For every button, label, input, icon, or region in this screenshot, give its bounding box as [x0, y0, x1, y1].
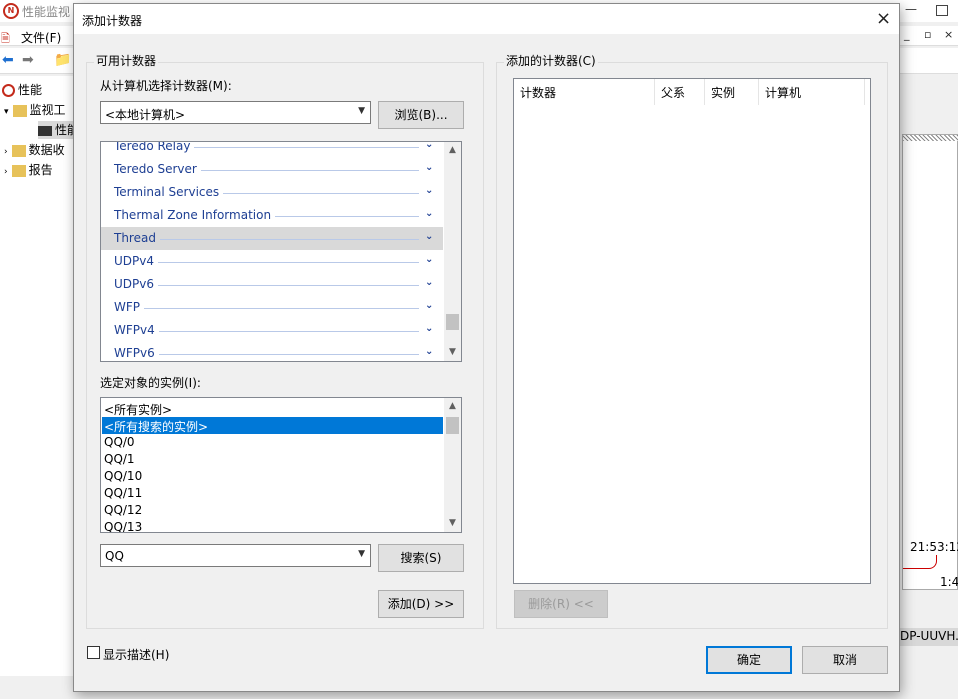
scroll-thumb[interactable] [446, 314, 459, 330]
computer-name-cell: DP-UUVH... [898, 628, 958, 646]
add-button[interactable]: 添加(D) >> [378, 590, 464, 618]
ok-button[interactable]: 确定 [706, 646, 792, 674]
list-item[interactable]: QQ/10 [102, 468, 443, 485]
bg-graph [902, 134, 958, 590]
show-description-checkbox[interactable] [87, 646, 100, 659]
bg-maximize-button[interactable] [936, 5, 948, 16]
instances-label: 选定对象的实例(I): [100, 376, 201, 390]
folder-icon [11, 144, 26, 157]
list-item[interactable]: WFP ⌄ [101, 296, 443, 319]
back-arrow-icon[interactable]: ⬅ [2, 52, 14, 68]
chart-icon [38, 125, 52, 136]
instance-list-scrollbar[interactable]: ▲ ▼ [444, 398, 461, 532]
document-icon: 🗎 [1, 32, 10, 45]
list-item[interactable]: QQ/1 [102, 451, 443, 468]
list-item[interactable]: QQ/0 [102, 434, 443, 451]
chevron-down-icon[interactable]: ⌄ [425, 346, 433, 357]
chevron-down-icon[interactable]: ⌄ [425, 231, 433, 242]
scroll-up-icon[interactable]: ▲ [444, 142, 461, 159]
close-icon[interactable]: × [876, 8, 891, 29]
chevron-down-icon[interactable]: ⌄ [425, 208, 433, 219]
list-item[interactable]: QQ/13 [102, 519, 443, 532]
chevron-down-icon: ▼ [358, 106, 365, 116]
expand-right-icon: › [4, 167, 8, 177]
list-item[interactable]: UDPv6 ⌄ [101, 273, 443, 296]
chevron-down-icon[interactable]: ⌄ [425, 142, 433, 150]
tree-item-perf-monitor[interactable]: 性能 [38, 121, 79, 139]
chevron-down-icon[interactable]: ⌄ [425, 300, 433, 311]
search-button[interactable]: 搜索(S) [378, 544, 464, 572]
search-input-value: QQ [105, 549, 124, 563]
added-counters-label: 添加的计数器(C) [504, 52, 598, 69]
cancel-button[interactable]: 取消 [802, 646, 888, 674]
list-item[interactable]: WFPv6 ⌄ [101, 342, 443, 361]
graph-time-label: 21:53:12 [910, 540, 958, 554]
show-description-label[interactable]: 显示描述(H) [103, 646, 169, 663]
graph-line [903, 555, 937, 569]
scroll-up-icon[interactable]: ▲ [444, 398, 461, 415]
computer-select[interactable]: <本地计算机> ▼ [100, 101, 371, 124]
expand-right-icon: › [4, 147, 8, 157]
bg-navigation-tree: 性能 ▾ 监视工 性能 › 数据收 › 报告 [0, 76, 79, 676]
scroll-down-icon[interactable]: ▼ [444, 515, 461, 532]
chevron-down-icon: ▼ [358, 549, 365, 559]
instance-list[interactable]: <所有实例> <所有搜索的实例> QQ/0 QQ/1 QQ/10 QQ/11 Q… [100, 397, 462, 533]
chevron-down-icon[interactable]: ⌄ [425, 162, 433, 173]
folder-up-icon[interactable]: 📁 [54, 52, 71, 68]
column-header-parent[interactable]: 父系 [655, 79, 705, 105]
available-counters-label: 可用计数器 [94, 52, 159, 69]
list-item-selected[interactable]: <所有搜索的实例> [102, 417, 443, 434]
list-item[interactable]: Thermal Zone Information ⌄ [101, 204, 443, 227]
select-from-computer-label: 从计算机选择计数器(M): [100, 79, 232, 93]
report-folder-icon [11, 164, 26, 177]
list-item[interactable]: Terminal Services ⌄ [101, 181, 443, 204]
computer-select-value: <本地计算机> [105, 108, 186, 122]
list-item[interactable]: WFPv4 ⌄ [101, 319, 443, 342]
list-item[interactable]: Teredo Relay ⌄ [101, 142, 443, 158]
bg-window-title: 性能监视 [22, 5, 71, 19]
dialog-titlebar: 添加计数器 × [74, 4, 899, 34]
column-header-instance[interactable]: 实例 [705, 79, 759, 105]
tree-item-monitor-tools[interactable]: ▾ 监视工 [4, 101, 66, 119]
folder-icon [12, 104, 27, 117]
list-item[interactable]: <所有实例> [102, 400, 443, 417]
scroll-down-icon[interactable]: ▼ [444, 344, 461, 361]
graph-duration: 1:4 [940, 575, 958, 589]
object-list-scrollbar[interactable]: ▲ ▼ [444, 142, 461, 361]
chevron-down-icon[interactable]: ⌄ [425, 185, 433, 196]
mdi-close-button[interactable]: × [944, 28, 953, 41]
counter-object-list[interactable]: Teredo Relay ⌄ Teredo Server ⌄ Terminal Se… [100, 141, 462, 362]
mdi-minimize-button[interactable]: _ [904, 28, 910, 41]
add-counters-dialog: 添加计数器 × 可用计数器 从计算机选择计数器(M): <本地计算机> ▼ 浏览… [73, 3, 900, 692]
list-item[interactable]: QQ/12 [102, 502, 443, 519]
chevron-down-icon[interactable]: ⌄ [425, 323, 433, 334]
dialog-title: 添加计数器 [82, 14, 143, 28]
perfmon-app-icon: N [3, 3, 19, 19]
list-item-selected[interactable]: Thread ⌄ [101, 227, 443, 250]
tree-item-perf[interactable]: 性能 [2, 81, 42, 99]
chevron-down-icon[interactable]: ⌄ [425, 254, 433, 265]
column-header-computer[interactable]: 计算机 [759, 79, 865, 105]
remove-button[interactable]: 删除(R) << [514, 590, 608, 618]
column-header-counter[interactable]: 计数器 [514, 79, 655, 105]
mdi-restore-button[interactable]: ▫ [924, 28, 931, 41]
tree-item-datasets[interactable]: › 数据收 [4, 141, 65, 159]
chevron-down-icon[interactable]: ⌄ [425, 277, 433, 288]
browse-button[interactable]: 浏览(B)... [378, 101, 464, 129]
forward-arrow-icon[interactable]: ➡ [22, 52, 34, 68]
menu-file[interactable]: 文件(F) [21, 29, 61, 46]
bg-minimize-button[interactable]: — [905, 2, 917, 16]
tree-item-reports[interactable]: › 报告 [4, 161, 53, 179]
list-item[interactable]: UDPv4 ⌄ [101, 250, 443, 273]
search-input[interactable]: QQ ▼ [100, 544, 371, 567]
perf-icon [2, 84, 15, 97]
graph-hatch [903, 135, 958, 141]
added-counters-table[interactable]: 计数器 父系 实例 计算机 [513, 78, 871, 584]
scroll-thumb[interactable] [446, 417, 459, 434]
expand-down-icon: ▾ [4, 107, 9, 117]
bg-graph-pane: 21:53:12 1:4 DP-UUVH... [898, 76, 958, 676]
list-item[interactable]: Teredo Server ⌄ [101, 158, 443, 181]
list-item[interactable]: QQ/11 [102, 485, 443, 502]
